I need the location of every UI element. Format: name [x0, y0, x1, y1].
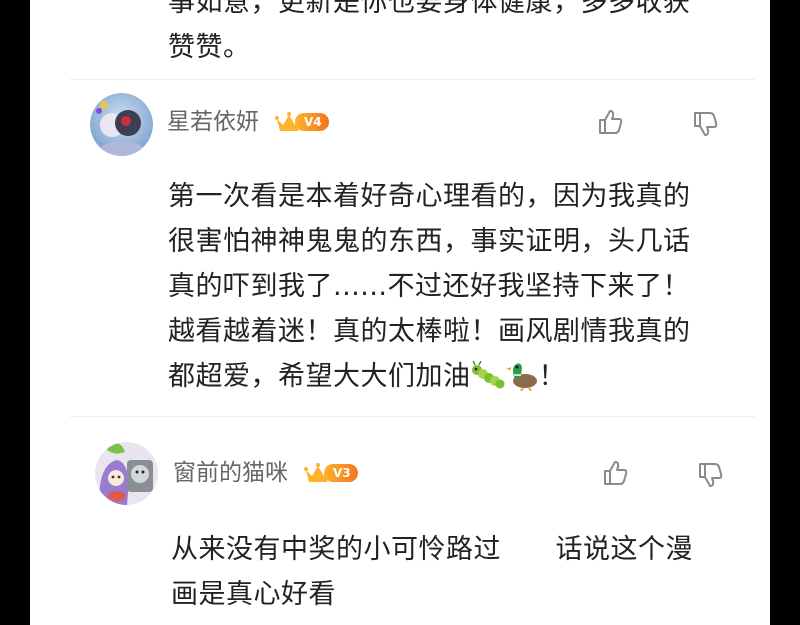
vip-level: V3	[324, 464, 358, 482]
comment-divider	[70, 79, 755, 80]
duck-emoji	[505, 363, 537, 391]
comment-body-end: ！	[538, 361, 566, 392]
like-icon[interactable]	[596, 108, 624, 136]
caterpillar-emoji	[471, 361, 504, 389]
avatar[interactable]	[95, 442, 158, 505]
comment-text-previous: 事如意，更新是你也要身体健康，多多收获 赞赞。	[168, 0, 691, 63]
comment-text: 从来没有中奖的小可怜路过 话说这个漫 画是真心好看	[171, 534, 693, 610]
avatar[interactable]	[90, 93, 153, 156]
dislike-icon[interactable]	[696, 461, 724, 489]
like-icon[interactable]	[601, 459, 629, 487]
vip-badge: V4	[275, 107, 329, 137]
comment-body: 第一次看是本着好奇心理看的，因为我真的 很害怕神神鬼鬼的东西，事实证明，头几话 …	[168, 181, 691, 392]
comment-list: 事如意，更新是你也要身体健康，多多收获 赞赞。 星若依妍 V4 第一次看是本着好…	[30, 0, 770, 625]
vip-level: V4	[295, 113, 329, 131]
username[interactable]: 窗前的猫咪	[173, 458, 288, 488]
username[interactable]: 星若依妍	[167, 107, 259, 137]
comment-divider	[70, 416, 755, 417]
dislike-icon[interactable]	[691, 110, 719, 138]
comment-text: 第一次看是本着好奇心理看的，因为我真的 很害怕神神鬼鬼的东西，事实证明，头几话 …	[168, 174, 748, 399]
vip-badge: V3	[304, 458, 358, 488]
